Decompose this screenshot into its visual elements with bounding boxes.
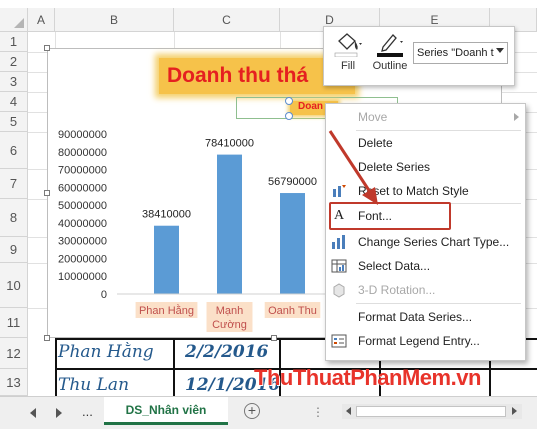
category-label: Oanh Thu: [268, 305, 317, 317]
column-header-b[interactable]: B: [55, 8, 174, 32]
top-strip: [0, 0, 537, 8]
bar: [154, 225, 179, 294]
data-label: 56790000: [268, 176, 317, 188]
y-tick-label: 90000000: [58, 129, 107, 141]
y-tick-label: 30000000: [58, 236, 107, 248]
row-header-13[interactable]: 13: [0, 369, 28, 396]
row-header-7[interactable]: 7: [0, 169, 28, 199]
column-header-a[interactable]: A: [28, 8, 55, 32]
series-select[interactable]: Series "Doanh t: [413, 42, 508, 64]
y-tick-label: 20000000: [58, 253, 107, 265]
row-header-8[interactable]: 8: [0, 199, 28, 237]
resize-handle[interactable]: [44, 45, 50, 51]
nav-next-icon[interactable]: [56, 408, 62, 418]
data-label: 78410000: [205, 138, 254, 150]
scroll-thumb[interactable]: [356, 406, 506, 417]
y-tick-label: 70000000: [58, 165, 107, 177]
table-border: [173, 338, 175, 396]
select-all-corner[interactable]: [0, 8, 28, 32]
y-tick-label: 40000000: [58, 218, 107, 230]
watermark: ThuThuatPhanMem.vn: [254, 365, 481, 390]
menu-item-label: Format Legend Entry...: [358, 334, 480, 348]
row-header-6[interactable]: 6: [0, 132, 28, 169]
tab-ds-nhan-vien[interactable]: DS_Nhân viên: [104, 397, 228, 425]
y-tick-label: 60000000: [58, 182, 107, 194]
row-header-9[interactable]: 9: [0, 237, 28, 263]
submenu-arrow-icon: [514, 113, 519, 121]
pen-outline-icon: [377, 34, 403, 57]
category-label: Phan Hằng: [139, 304, 194, 317]
horizontal-scrollbar[interactable]: [342, 404, 522, 419]
menu-item-label: Change Series Chart Type...: [358, 235, 510, 249]
select-data-icon: [331, 258, 347, 274]
column-header-c[interactable]: C: [174, 8, 280, 32]
tab-scroll-splitter[interactable]: ⋮: [312, 405, 324, 419]
resize-handle[interactable]: [44, 335, 50, 341]
row-header-3[interactable]: 3: [0, 72, 28, 92]
scroll-left-icon[interactable]: [346, 407, 351, 415]
row-header-10[interactable]: 10: [0, 263, 28, 308]
format-legend-icon: [331, 333, 347, 349]
fill-button[interactable]: Fill: [330, 31, 366, 72]
row-header-5[interactable]: 5: [0, 112, 28, 132]
menu-item-label: 3-D Rotation...: [358, 283, 436, 297]
outline-button[interactable]: Outline: [370, 31, 410, 72]
resize-handle[interactable]: [271, 335, 277, 341]
menu-item-label: Select Data...: [358, 259, 431, 273]
chevron-down-icon[interactable]: [496, 48, 504, 53]
menu-item-3d-rotation[interactable]: 3-D Rotation...: [326, 279, 525, 301]
scroll-right-icon[interactable]: [512, 407, 517, 415]
tab-ellipsis[interactable]: ...: [82, 404, 93, 419]
row-header-11[interactable]: 11: [0, 308, 28, 338]
tab-label: DS_Nhân viên: [125, 403, 207, 417]
sheet-tab-bar: ... DS_Nhân viên + ⋮: [0, 396, 537, 429]
cell-date[interactable]: 2/2/2016: [185, 342, 268, 362]
bar: [280, 193, 305, 294]
menu-item-format-data-series[interactable]: Format Data Series...: [326, 306, 525, 328]
legend-handle[interactable]: [285, 97, 293, 105]
legend-text: Doan: [298, 101, 323, 112]
series-select-value: Series "Doanh t: [417, 47, 494, 59]
menu-item-format-legend-entry[interactable]: Format Legend Entry...: [326, 330, 525, 352]
row-header-4[interactable]: 4: [0, 92, 28, 112]
y-tick-label: 50000000: [58, 200, 107, 212]
fill-label: Fill: [340, 60, 356, 72]
menu-item-change-chart-type[interactable]: Change Series Chart Type...: [326, 231, 525, 253]
row-header-2[interactable]: 2: [0, 52, 28, 72]
outline-label: Outline: [372, 60, 408, 72]
category-label: Cường: [212, 319, 247, 331]
y-tick-label: 10000000: [58, 271, 107, 283]
bar: [217, 154, 242, 294]
data-label: 38410000: [142, 209, 191, 221]
format-mini-toolbar: Fill Outline Series "Doanh t: [323, 26, 515, 86]
chart-type-icon: [331, 234, 347, 250]
y-tick-label: 80000000: [58, 147, 107, 159]
rotation-icon: [331, 282, 347, 298]
resize-handle[interactable]: [44, 190, 50, 196]
y-tick-label: 0: [101, 289, 107, 301]
row-header-12[interactable]: 12: [0, 338, 28, 369]
legend-handle[interactable]: [285, 112, 293, 120]
menu-separator: [356, 303, 521, 304]
menu-item-select-data[interactable]: Select Data...: [326, 255, 525, 277]
nav-prev-icon[interactable]: [30, 408, 36, 418]
row-header-1[interactable]: 1: [0, 32, 28, 52]
annotation-arrow: [328, 130, 378, 205]
add-sheet-button[interactable]: +: [244, 403, 260, 419]
cell-name[interactable]: Phan Hằng: [58, 342, 154, 362]
category-label: Mạnh: [216, 305, 244, 317]
cell-name[interactable]: Thu Lan: [58, 375, 129, 395]
menu-item-label: Format Data Series...: [358, 310, 473, 324]
paint-bucket-icon: [334, 33, 362, 58]
